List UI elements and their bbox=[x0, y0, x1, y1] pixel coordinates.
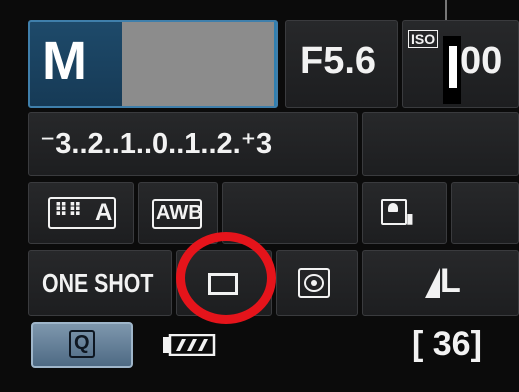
image-quality-label: L bbox=[440, 262, 461, 300]
metering-dot-icon bbox=[311, 280, 317, 286]
shooting-mode-label: M bbox=[42, 31, 87, 91]
portrait-head-icon bbox=[388, 203, 398, 212]
aperture-value: F5.6 bbox=[300, 40, 377, 82]
fine-quality-icon bbox=[425, 268, 440, 298]
annotation-circle bbox=[176, 232, 276, 324]
shutter-speed-redacted bbox=[122, 22, 276, 106]
white-balance-label: AWB bbox=[156, 202, 203, 224]
iso-value: 00 bbox=[460, 40, 503, 82]
battery-icon bbox=[163, 334, 216, 356]
iso-redaction-bar bbox=[449, 46, 457, 88]
exposure-side-cell[interactable] bbox=[362, 112, 519, 176]
quick-control-label: Q bbox=[74, 332, 90, 354]
shots-remaining: [ 36] bbox=[412, 325, 482, 363]
picture-style-symbol: ⠿⠿ bbox=[54, 200, 83, 220]
exposure-scale: ⁻3..2..1..0..1..2.⁺3 bbox=[40, 128, 273, 160]
picture-style-letter: A bbox=[95, 199, 113, 226]
af-mode-label: ONE SHOT bbox=[42, 268, 154, 298]
iso-label: ISO bbox=[408, 30, 439, 48]
empty-cell-right[interactable] bbox=[451, 182, 519, 244]
top-indicator-line bbox=[445, 0, 447, 20]
level-bars-icon: ▮ bbox=[406, 210, 414, 226]
camera-quick-control-screen: M F5.6 ISO 00 ⁻3..2..1..0..1..2.⁺3 ⠿⠿ A … bbox=[0, 0, 519, 392]
